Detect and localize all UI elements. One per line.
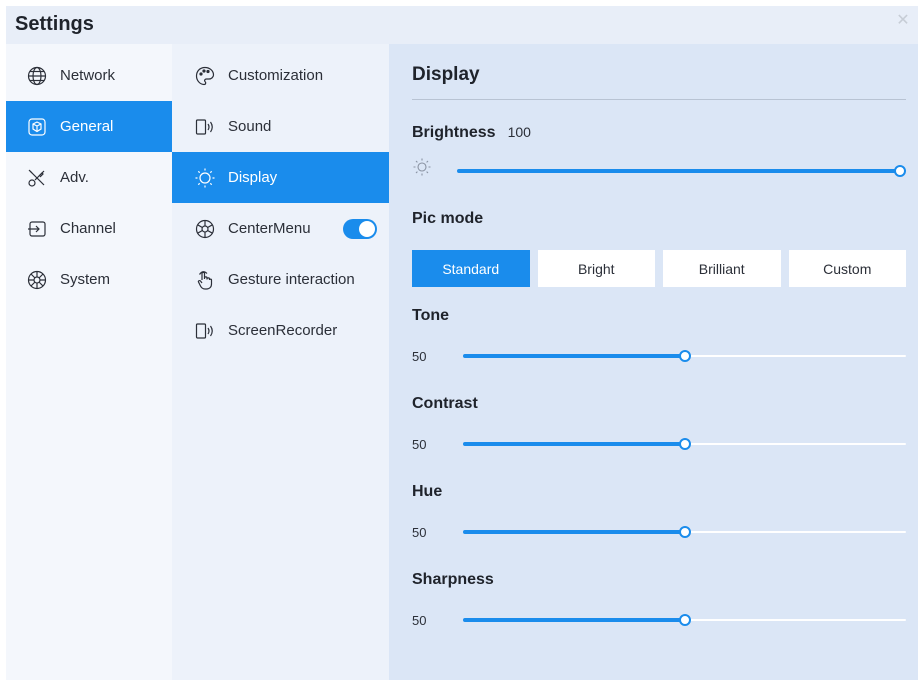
submenu-item-label: Sound <box>228 118 272 135</box>
pic-mode-bright-button[interactable]: Bright <box>537 250 655 287</box>
close-icon[interactable]: ✕ <box>896 13 910 29</box>
window-title: Settings <box>15 13 94 35</box>
submenu-item-label: CenterMenu <box>228 220 311 237</box>
slider-thumb[interactable] <box>679 614 691 626</box>
toggle-knob <box>359 221 375 237</box>
contrast-value: 50 <box>412 437 427 452</box>
brightness-label: Brightness 100 <box>412 124 531 142</box>
tone-slider[interactable] <box>463 349 906 363</box>
submenu-item-customization[interactable]: Customization <box>172 50 389 101</box>
slider-fill <box>463 618 685 622</box>
slider-fill <box>463 442 685 446</box>
aperture-icon <box>194 218 216 240</box>
slider-fill <box>457 169 900 173</box>
slider-fill <box>463 530 685 534</box>
cube-icon <box>26 116 48 138</box>
globe-icon <box>26 65 48 87</box>
contrast-slider[interactable] <box>463 437 906 451</box>
category-sidebar: Network General Adv. Channel System <box>6 44 172 680</box>
sidebar-item-network[interactable]: Network <box>6 50 172 101</box>
slider-thumb[interactable] <box>679 350 691 362</box>
sidebar-item-label: General <box>60 118 114 135</box>
slider-thumb[interactable] <box>679 438 691 450</box>
pic-mode-label: Pic mode <box>412 210 484 227</box>
sidebar-item-label: System <box>60 271 111 288</box>
sidebar-item-channel[interactable]: Channel <box>6 203 172 254</box>
submenu-item-label: Customization <box>228 67 324 84</box>
sharpness-label: Sharpness <box>412 571 494 588</box>
brightness-sun-icon <box>413 158 431 176</box>
brightness-slider[interactable] <box>457 164 906 178</box>
palette-icon <box>194 65 216 87</box>
tone-value: 50 <box>412 349 427 364</box>
slider-thumb[interactable] <box>894 165 906 177</box>
submenu-item-label: Gesture interaction <box>228 271 355 288</box>
pic-mode-brilliant-button[interactable]: Brilliant <box>663 250 781 287</box>
slider-thumb[interactable] <box>679 526 691 538</box>
contrast-label: Contrast <box>412 395 478 412</box>
centermenu-toggle[interactable] <box>343 219 377 239</box>
hue-slider[interactable] <box>463 525 906 539</box>
input-icon <box>26 218 48 240</box>
tone-label: Tone <box>412 307 450 324</box>
submenu-item-sound[interactable]: Sound <box>172 101 389 152</box>
sidebar-item-label: Adv. <box>60 169 89 186</box>
sidebar-item-general[interactable]: General <box>6 101 172 152</box>
sidebar-item-label: Network <box>60 67 116 84</box>
sun-icon <box>194 167 216 189</box>
hue-value: 50 <box>412 525 427 540</box>
sharpness-slider[interactable] <box>463 613 906 627</box>
sharpness-value: 50 <box>412 613 427 628</box>
submenu-item-label: Display <box>228 169 278 186</box>
tools-icon <box>26 167 48 189</box>
speaker-icon <box>194 116 216 138</box>
sidebar-item-system[interactable]: System <box>6 254 172 305</box>
sidebar-item-label: Channel <box>60 220 116 237</box>
display-panel: Display Brightness 100 Pic mode Standard … <box>389 44 918 680</box>
submenu-item-gesture-interaction[interactable]: Gesture interaction <box>172 254 389 305</box>
title-bar: Settings ✕ <box>6 6 918 44</box>
section-title: Display <box>412 64 480 85</box>
hand-icon <box>194 269 216 291</box>
pic-mode-selector: Standard Bright Brilliant Custom <box>412 250 906 287</box>
hue-label: Hue <box>412 483 443 500</box>
submenu-item-display[interactable]: Display <box>172 152 389 203</box>
slider-fill <box>463 354 685 358</box>
settings-window: Settings ✕ Network General Adv. Channel … <box>6 6 918 680</box>
submenu-item-screenrecorder[interactable]: ScreenRecorder <box>172 305 389 356</box>
pic-mode-standard-button[interactable]: Standard <box>412 250 530 287</box>
submenu-item-centermenu[interactable]: CenterMenu <box>172 203 389 254</box>
divider <box>412 99 906 100</box>
submenu-item-label: ScreenRecorder <box>228 322 338 339</box>
general-submenu: Customization Sound Display CenterMenu G… <box>172 44 389 680</box>
sidebar-item-adv[interactable]: Adv. <box>6 152 172 203</box>
speaker-icon <box>194 320 216 342</box>
brightness-label-text: Brightness <box>412 124 496 141</box>
brightness-value: 100 <box>507 124 531 140</box>
system-icon <box>26 269 48 291</box>
pic-mode-custom-button[interactable]: Custom <box>788 250 906 287</box>
